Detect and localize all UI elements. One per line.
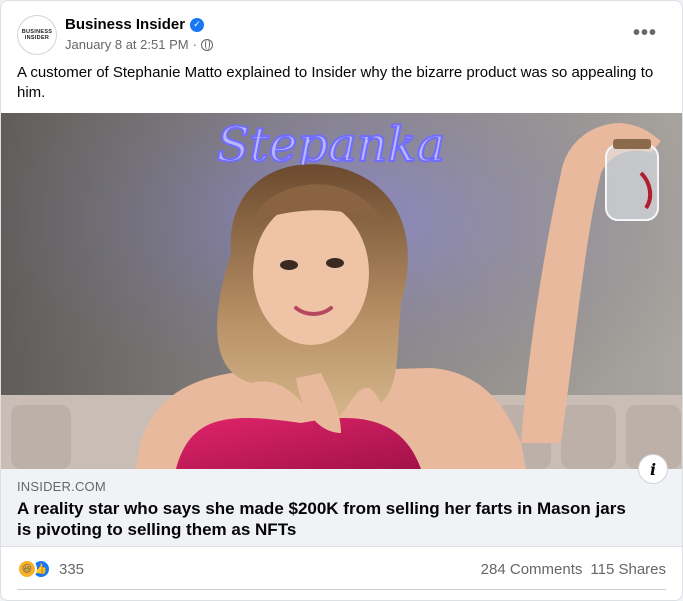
link-preview[interactable]: i INSIDER.COM A reality star who says sh… (1, 454, 682, 547)
action-divider (17, 589, 666, 590)
link-domain: INSIDER.COM (17, 479, 106, 494)
haha-icon: 😆 (17, 559, 37, 579)
verified-badge-icon: ✓ (190, 17, 205, 32)
post-image[interactable]: Stepanka (1, 113, 682, 469)
post-card: BUSINESS INSIDER Business Insider ✓ Janu… (0, 0, 683, 601)
shares-count-link[interactable]: 115 Shares (590, 561, 666, 578)
comments-count-link[interactable]: 284 Comments (481, 561, 583, 578)
reactions-summary[interactable]: 😆 👍 335 (17, 559, 84, 579)
page-name-row: Business Insider ✓ (65, 16, 205, 33)
neon-sign-text: Stepanka (217, 117, 446, 173)
page-avatar[interactable]: BUSINESS INSIDER (17, 15, 57, 55)
more-options-button[interactable]: ••• (630, 21, 660, 45)
post-timestamp[interactable]: January 8 at 2:51 PM (65, 37, 189, 52)
page-name-link[interactable]: Business Insider (65, 16, 185, 33)
reaction-count[interactable]: 335 (59, 561, 84, 578)
engagement-bar: 😆 👍 335 284 Comments 115 Shares (17, 555, 666, 583)
post-image-illustration: Stepanka (1, 113, 682, 469)
link-title[interactable]: A reality star who says she made $200K f… (17, 498, 637, 540)
post-meta: January 8 at 2:51 PM · (65, 37, 213, 52)
avatar-logo-text: BUSINESS INSIDER (21, 29, 53, 41)
post-header: BUSINESS INSIDER Business Insider ✓ Janu… (17, 13, 670, 57)
info-icon[interactable]: i (638, 454, 668, 484)
post-message: A customer of Stephanie Matto explained … (17, 64, 654, 101)
meta-separator: · (192, 37, 197, 52)
post-stats: 284 Comments 115 Shares (481, 561, 666, 578)
globe-icon[interactable] (200, 38, 213, 51)
